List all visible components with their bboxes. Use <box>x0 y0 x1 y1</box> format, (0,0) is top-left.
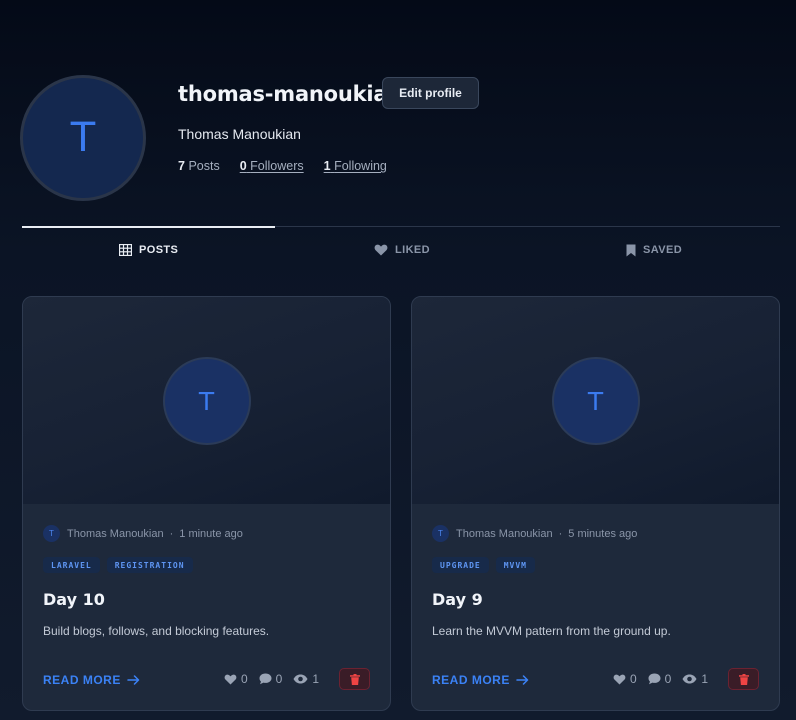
trash-icon <box>349 673 360 685</box>
post-actions: 0 0 1 <box>613 668 759 690</box>
eye-icon <box>293 674 308 684</box>
post-tags: UPGRADE MVVM <box>432 557 535 573</box>
read-more-label: READ MORE <box>43 673 121 687</box>
comment-button[interactable]: 0 <box>259 672 283 686</box>
followers-count: 0 <box>239 159 247 173</box>
comment-button[interactable]: 0 <box>648 672 672 686</box>
profile-avatar: T <box>20 75 146 201</box>
followers-link[interactable]: 0 Followers <box>240 159 304 173</box>
arrow-right-icon <box>516 675 529 685</box>
post-meta: T Thomas Manoukian · 1 minute ago <box>43 525 243 542</box>
tab-posts[interactable]: POSTS <box>119 227 178 273</box>
post-excerpt: Build blogs, follows, and blocking featu… <box>43 624 270 638</box>
post-time: 5 minutes ago <box>568 527 638 540</box>
tab-saved-label: SAVED <box>643 244 683 256</box>
post-cover: T <box>412 297 779 504</box>
meta-separator: · <box>558 527 563 540</box>
post-time: 1 minute ago <box>179 527 243 540</box>
like-button[interactable]: 0 <box>613 672 637 686</box>
heart-icon <box>224 674 237 685</box>
read-more-link[interactable]: READ MORE <box>43 673 140 687</box>
post-tag[interactable]: MVVM <box>495 557 535 573</box>
tab-saved[interactable]: SAVED <box>626 227 682 273</box>
view-count: 1 <box>701 672 708 686</box>
post-title[interactable]: Day 10 <box>43 590 105 609</box>
trash-icon <box>738 673 749 685</box>
arrow-right-icon <box>127 675 140 685</box>
like-count: 0 <box>240 672 248 686</box>
profile-avatar-initial: T <box>70 115 96 161</box>
author-avatar: T <box>432 525 449 542</box>
post-author[interactable]: Thomas Manoukian <box>67 528 164 540</box>
profile-stats: 7 Posts 0 Followers 1 Following <box>178 159 387 173</box>
post-tags: LARAVEL REGISTRATION <box>43 557 193 573</box>
post-tag[interactable]: LARAVEL <box>43 557 100 573</box>
tab-liked-label: LIKED <box>395 244 430 256</box>
edit-profile-button[interactable]: Edit profile <box>382 77 479 109</box>
like-count: 0 <box>629 672 637 686</box>
tab-posts-label: POSTS <box>139 244 179 256</box>
post-excerpt: Learn the MVVM pattern from the ground u… <box>432 624 671 638</box>
comment-count: 0 <box>275 672 283 686</box>
eye-icon <box>682 674 697 684</box>
comment-icon <box>259 673 272 685</box>
post-actions: 0 0 1 <box>224 668 370 690</box>
cover-avatar-initial: T <box>198 386 215 416</box>
posts-count: 7 <box>178 159 185 173</box>
read-more-label: READ MORE <box>432 673 510 687</box>
bookmark-icon <box>626 244 636 256</box>
tab-liked[interactable]: LIKED <box>374 227 430 273</box>
followers-label: Followers <box>250 159 304 173</box>
post-card[interactable]: T T Thomas Manoukian · 1 minute ago LARA… <box>22 296 391 711</box>
profile-username: thomas-manoukian <box>178 82 403 106</box>
posts-label: Posts <box>188 159 220 173</box>
post-cover: T <box>23 297 390 504</box>
post-meta: T Thomas Manoukian · 5 minutes ago <box>432 525 637 542</box>
view-count: 1 <box>312 672 319 686</box>
post-card[interactable]: T T Thomas Manoukian · 5 minutes ago UPG… <box>411 296 780 711</box>
cover-avatar: T <box>162 357 251 445</box>
delete-post-button[interactable] <box>728 668 759 690</box>
profile-tabs: POSTS LIKED SAVED <box>22 226 780 272</box>
like-button[interactable]: 0 <box>224 672 248 686</box>
heart-icon <box>613 674 626 685</box>
posts-stat: 7 Posts <box>178 159 220 173</box>
comment-icon <box>648 673 661 685</box>
post-tag[interactable]: UPGRADE <box>432 557 489 573</box>
post-title[interactable]: Day 9 <box>432 590 483 609</box>
views-indicator: 1 <box>293 672 319 686</box>
post-author[interactable]: Thomas Manoukian <box>456 528 553 540</box>
meta-separator: · <box>169 527 174 540</box>
profile-full-name: Thomas Manoukian <box>178 126 301 142</box>
author-avatar: T <box>43 525 60 542</box>
cover-avatar-initial: T <box>587 386 604 416</box>
grid-icon <box>119 244 132 256</box>
following-label: Following <box>334 159 387 173</box>
heart-icon <box>374 244 388 256</box>
following-count: 1 <box>323 159 331 173</box>
views-indicator: 1 <box>682 672 708 686</box>
post-tag[interactable]: REGISTRATION <box>106 557 193 573</box>
read-more-link[interactable]: READ MORE <box>432 673 529 687</box>
profile-header: T thomas-manoukian Edit profile Thomas M… <box>0 0 796 228</box>
cover-avatar: T <box>551 357 640 445</box>
following-link[interactable]: 1 Following <box>324 159 387 173</box>
delete-post-button[interactable] <box>339 668 370 690</box>
comment-count: 0 <box>664 672 672 686</box>
